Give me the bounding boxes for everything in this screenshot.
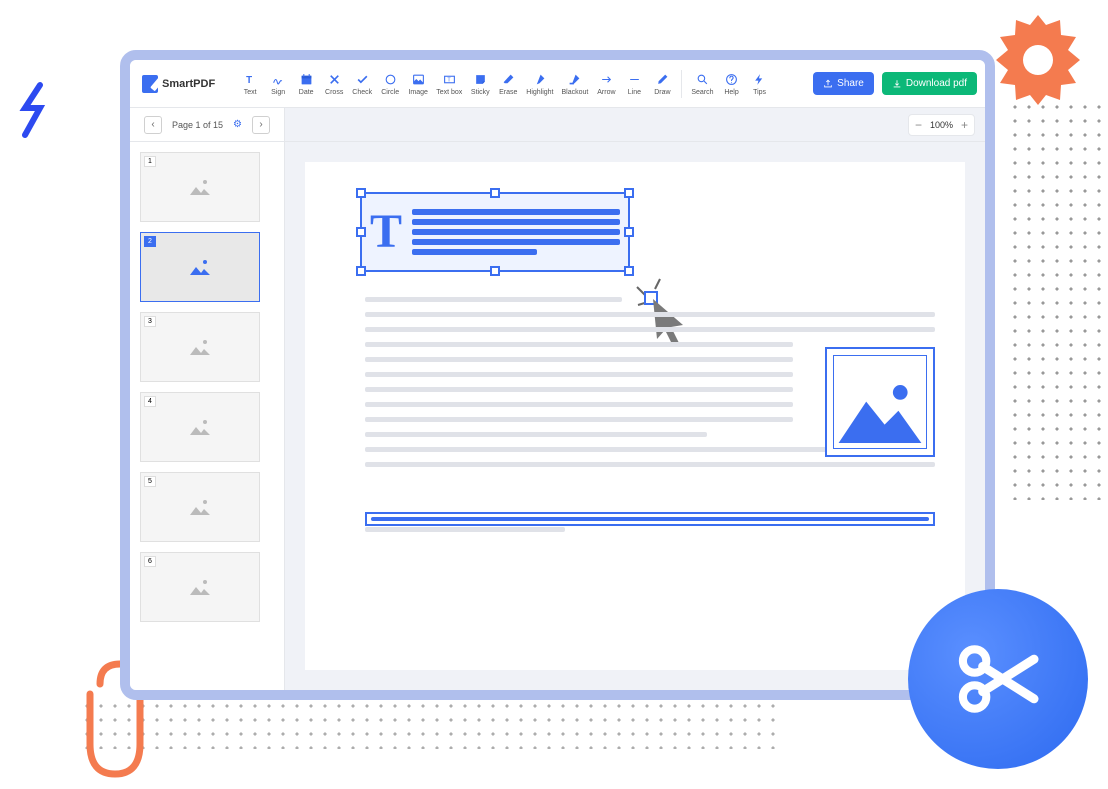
tool-cross[interactable]: Cross: [321, 70, 347, 98]
check-icon: [356, 72, 369, 88]
tool-draw[interactable]: Draw: [649, 70, 675, 98]
tool-tips[interactable]: Tips: [747, 70, 773, 98]
text-box-lines: [412, 205, 620, 259]
tool-erase[interactable]: Erase: [495, 70, 521, 98]
tips-icon: [753, 72, 766, 88]
help-icon: [725, 72, 738, 88]
prev-page-button[interactable]: ‹: [144, 116, 162, 134]
selected-text-box[interactable]: T: [360, 192, 630, 272]
cross-icon: [328, 72, 341, 88]
next-page-button[interactable]: ›: [252, 116, 270, 134]
scissors-badge: [908, 589, 1088, 769]
highlight-icon: [533, 72, 546, 88]
decorative-dots-bottom: [80, 699, 780, 749]
page-indicator: Page 1 of 15: [172, 120, 223, 130]
download-button[interactable]: Download pdf: [882, 72, 977, 95]
resize-handle-mr[interactable]: [624, 227, 634, 237]
tool-date[interactable]: Date: [293, 70, 319, 98]
app-window: SmartPDF T Text Sign Date Cross Check Ci…: [120, 50, 995, 700]
tool-sticky[interactable]: Sticky: [467, 70, 493, 98]
text-icon: T: [244, 72, 257, 88]
tool-search[interactable]: Search: [688, 70, 716, 98]
page-thumbnail-4[interactable]: 4: [140, 392, 260, 462]
document-page[interactable]: T: [305, 162, 965, 670]
resize-handle-tm[interactable]: [490, 188, 500, 198]
erase-icon: [502, 72, 515, 88]
resize-handle-bl[interactable]: [356, 266, 366, 276]
thumb-placeholder-icon: [188, 177, 212, 197]
gear-decoration-icon: [988, 10, 1088, 110]
pencil-icon: [656, 72, 669, 88]
tool-text[interactable]: T Text: [237, 70, 263, 98]
page-settings-icon[interactable]: ⚙: [233, 119, 242, 130]
zoom-in-button[interactable]: +: [961, 118, 968, 132]
textbox-icon: T: [443, 72, 456, 88]
page-thumbnail-2[interactable]: 2: [140, 232, 260, 302]
tool-highlight[interactable]: Highlight: [523, 70, 556, 98]
resize-handle-tr[interactable]: [624, 188, 634, 198]
circle-icon: [384, 72, 397, 88]
sticky-icon: [474, 72, 487, 88]
tool-blackout[interactable]: Blackout: [559, 70, 592, 98]
image-placeholder[interactable]: [825, 347, 935, 457]
page-thumbnail-5[interactable]: 5: [140, 472, 260, 542]
tool-textbox[interactable]: T Text box: [433, 70, 465, 98]
tool-circle[interactable]: Circle: [377, 70, 403, 98]
image-icon: [412, 72, 425, 88]
sub-toolbar: ‹ Page 1 of 15 ⚙ › − 100% +: [130, 108, 985, 142]
svg-text:T: T: [246, 75, 252, 86]
app-logo[interactable]: SmartPDF: [142, 75, 215, 93]
page-thumbnail-6[interactable]: 6: [140, 552, 260, 622]
toolbar-divider: [681, 70, 682, 98]
text-box-glyph: T: [370, 210, 402, 253]
scissors-icon: [953, 634, 1043, 724]
download-icon: [892, 79, 902, 89]
resize-handle-tl[interactable]: [356, 188, 366, 198]
search-icon: [696, 72, 709, 88]
resize-handle-br[interactable]: [624, 266, 634, 276]
zoom-out-button[interactable]: −: [915, 118, 922, 132]
tool-image[interactable]: Image: [405, 70, 431, 98]
blackout-icon: [568, 72, 581, 88]
tool-arrow[interactable]: Arrow: [593, 70, 619, 98]
decorative-dots: [1008, 100, 1108, 500]
selected-line-element[interactable]: [365, 512, 935, 526]
zoom-control: − 100% +: [908, 114, 975, 136]
page-thumbnail-1[interactable]: 1: [140, 152, 260, 222]
tool-help[interactable]: Help: [719, 70, 745, 98]
resize-handle-bm[interactable]: [490, 266, 500, 276]
page-thumbnail-3[interactable]: 3: [140, 312, 260, 382]
logo-icon: [142, 75, 158, 93]
tool-line[interactable]: Line: [621, 70, 647, 98]
sign-icon: [272, 72, 285, 88]
thumb-placeholder-icon: [188, 337, 212, 357]
zoom-value: 100%: [930, 120, 953, 130]
canvas: T: [285, 142, 985, 690]
thumb-placeholder-icon: [188, 497, 212, 517]
logo-text: SmartPDF: [162, 78, 215, 90]
thumb-placeholder-icon: [188, 257, 212, 277]
content-area: 1 2 3 4 5 6: [130, 142, 985, 690]
thumb-placeholder-icon: [188, 577, 212, 597]
calendar-icon: [300, 72, 313, 88]
thumb-placeholder-icon: [188, 417, 212, 437]
main-toolbar: SmartPDF T Text Sign Date Cross Check Ci…: [130, 60, 985, 108]
tool-sign[interactable]: Sign: [265, 70, 291, 98]
line-icon: [628, 72, 641, 88]
share-button[interactable]: Share: [813, 72, 874, 95]
share-icon: [823, 79, 833, 89]
tool-check[interactable]: Check: [349, 70, 375, 98]
mountain-icon: [834, 374, 926, 448]
page-navigation: ‹ Page 1 of 15 ⚙ ›: [130, 108, 285, 141]
thumbnails-panel: 1 2 3 4 5 6: [130, 142, 285, 690]
bolt-decoration-icon: [10, 80, 60, 140]
resize-handle-ml[interactable]: [356, 227, 366, 237]
arrow-icon: [600, 72, 613, 88]
